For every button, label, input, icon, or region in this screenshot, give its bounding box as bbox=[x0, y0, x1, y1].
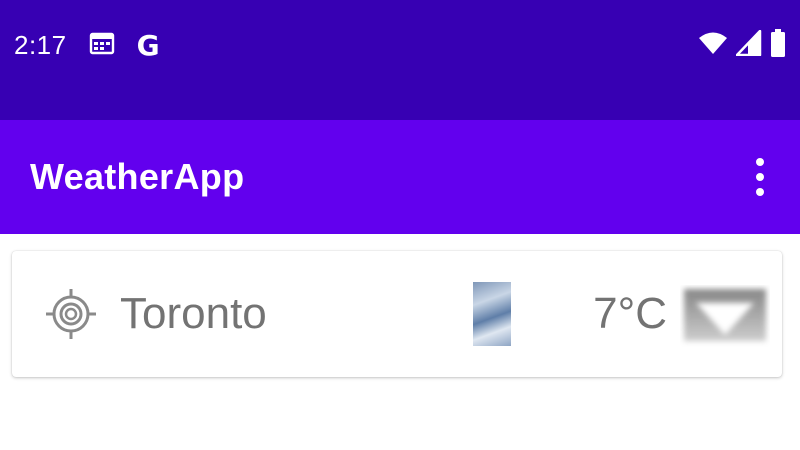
app-title: WeatherApp bbox=[30, 156, 245, 197]
cell-signal-icon bbox=[735, 29, 762, 61]
battery-icon bbox=[770, 28, 786, 62]
city-name: Toronto bbox=[120, 289, 267, 338]
temperature: 7°C bbox=[593, 289, 667, 338]
status-bar-right bbox=[698, 26, 786, 64]
status-bar: 2:17 G bbox=[0, 0, 800, 120]
google-icon: G bbox=[136, 28, 160, 62]
status-time: 2:17 bbox=[14, 29, 67, 60]
more-vert-icon[interactable] bbox=[750, 158, 770, 196]
my-location-icon[interactable] bbox=[44, 287, 98, 341]
calendar-icon bbox=[89, 31, 115, 60]
menu-dot bbox=[756, 173, 764, 181]
menu-dot bbox=[756, 188, 764, 196]
menu-dot bbox=[756, 158, 764, 166]
dropdown-arrow-icon[interactable] bbox=[680, 285, 770, 347]
app-bar: WeatherApp bbox=[0, 120, 800, 234]
cloudy-sky-thumbnail bbox=[473, 282, 511, 346]
wifi-icon bbox=[698, 31, 728, 60]
status-bar-left: 2:17 G bbox=[14, 26, 160, 64]
content-area: Toronto 7°C bbox=[0, 234, 800, 450]
weather-card[interactable]: Toronto 7°C bbox=[12, 251, 782, 377]
